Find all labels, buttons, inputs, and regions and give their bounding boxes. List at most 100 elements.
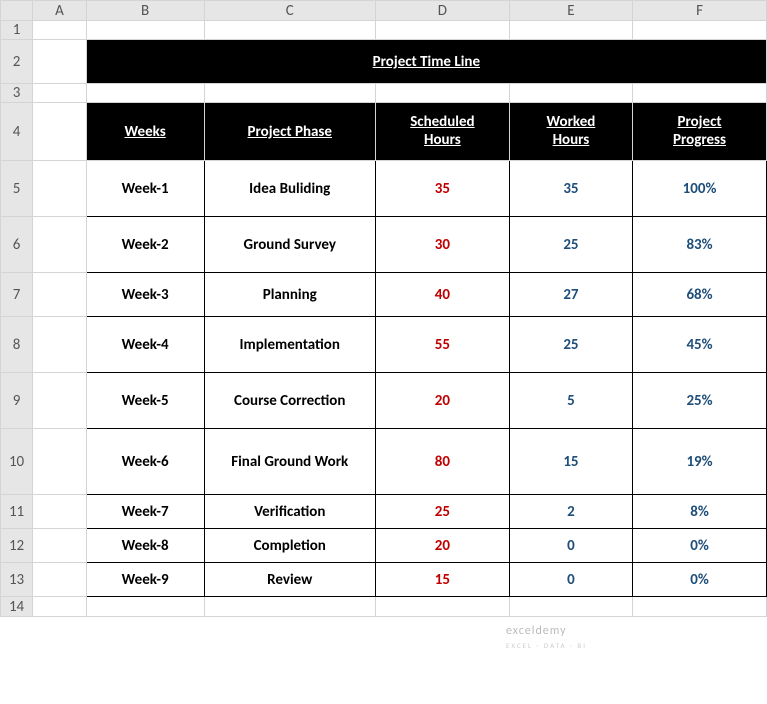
cell-week[interactable]: Week-8 — [86, 529, 204, 563]
cell[interactable] — [33, 40, 87, 84]
cell-week[interactable]: Week-5 — [86, 373, 204, 429]
cell-worked[interactable]: 25 — [509, 217, 632, 273]
cell[interactable] — [204, 597, 375, 617]
cell-scheduled[interactable]: 30 — [375, 217, 509, 273]
row-header-12[interactable]: 12 — [1, 529, 33, 563]
row-header-11[interactable]: 11 — [1, 495, 33, 529]
cell[interactable] — [86, 21, 204, 40]
th-scheduled[interactable]: ScheduledHours — [375, 103, 509, 161]
th-phase[interactable]: Project Phase — [204, 103, 375, 161]
row-header-14[interactable]: 14 — [1, 597, 33, 617]
row-header-3[interactable]: 3 — [1, 84, 33, 103]
col-header-a[interactable]: A — [33, 1, 87, 21]
cell[interactable] — [633, 597, 767, 617]
cell-phase[interactable]: Planning — [204, 273, 375, 317]
cell[interactable] — [204, 84, 375, 103]
cell-scheduled[interactable]: 15 — [375, 563, 509, 597]
spreadsheet-grid[interactable]: A B C D E F 1 2 Project Time Line 3 4 We… — [0, 0, 767, 617]
cell[interactable] — [33, 495, 87, 529]
cell[interactable] — [633, 84, 767, 103]
cell-week[interactable]: Week-9 — [86, 563, 204, 597]
row-header-9[interactable]: 9 — [1, 373, 33, 429]
cell-phase[interactable]: Course Correction — [204, 373, 375, 429]
row-header-4[interactable]: 4 — [1, 103, 33, 161]
cell-week[interactable]: Week-2 — [86, 217, 204, 273]
cell-week[interactable]: Week-3 — [86, 273, 204, 317]
cell-progress[interactable]: 8% — [633, 495, 767, 529]
col-header-b[interactable]: B — [86, 1, 204, 21]
cell-progress[interactable]: 0% — [633, 529, 767, 563]
cell[interactable] — [509, 84, 632, 103]
cell-worked[interactable]: 0 — [509, 563, 632, 597]
col-header-d[interactable]: D — [375, 1, 509, 21]
cell[interactable] — [33, 217, 87, 273]
cell[interactable] — [33, 563, 87, 597]
cell-scheduled[interactable]: 20 — [375, 529, 509, 563]
cell-progress[interactable]: 100% — [633, 161, 767, 217]
row-header-6[interactable]: 6 — [1, 217, 33, 273]
cell-progress[interactable]: 25% — [633, 373, 767, 429]
row-header-8[interactable]: 8 — [1, 317, 33, 373]
cell-progress[interactable]: 68% — [633, 273, 767, 317]
cell-progress[interactable]: 0% — [633, 563, 767, 597]
row-header-5[interactable]: 5 — [1, 161, 33, 217]
cell-worked[interactable]: 2 — [509, 495, 632, 529]
cell-worked[interactable]: 25 — [509, 317, 632, 373]
cell-phase[interactable]: Completion — [204, 529, 375, 563]
cell[interactable] — [509, 21, 632, 40]
col-header-e[interactable]: E — [509, 1, 632, 21]
row-header-2[interactable]: 2 — [1, 40, 33, 84]
cell[interactable] — [33, 103, 87, 161]
row-header-7[interactable]: 7 — [1, 273, 33, 317]
col-header-f[interactable]: F — [633, 1, 767, 21]
cell-scheduled[interactable]: 25 — [375, 495, 509, 529]
cell-worked[interactable]: 35 — [509, 161, 632, 217]
cell-worked[interactable]: 0 — [509, 529, 632, 563]
row-header-10[interactable]: 10 — [1, 429, 33, 495]
cell[interactable] — [86, 597, 204, 617]
cell-phase[interactable]: Review — [204, 563, 375, 597]
col-header-c[interactable]: C — [204, 1, 375, 21]
cell-scheduled[interactable]: 80 — [375, 429, 509, 495]
cell-worked[interactable]: 27 — [509, 273, 632, 317]
cell[interactable] — [375, 597, 509, 617]
row-header-1[interactable]: 1 — [1, 21, 33, 40]
cell[interactable] — [33, 273, 87, 317]
cell-phase[interactable]: Final Ground Work — [204, 429, 375, 495]
cell-progress[interactable]: 83% — [633, 217, 767, 273]
cell[interactable] — [33, 597, 87, 617]
th-worked[interactable]: WorkedHours — [509, 103, 632, 161]
cell-week[interactable]: Week-4 — [86, 317, 204, 373]
page-title[interactable]: Project Time Line — [86, 40, 766, 84]
cell[interactable] — [375, 84, 509, 103]
cell-phase[interactable]: Ground Survey — [204, 217, 375, 273]
corner-cell[interactable] — [1, 1, 33, 21]
th-weeks[interactable]: Weeks — [86, 103, 204, 161]
cell[interactable] — [33, 317, 87, 373]
cell-scheduled[interactable]: 20 — [375, 373, 509, 429]
row-header-13[interactable]: 13 — [1, 563, 33, 597]
cell-progress[interactable]: 45% — [633, 317, 767, 373]
cell[interactable] — [33, 84, 87, 103]
cell-phase[interactable]: Verification — [204, 495, 375, 529]
cell[interactable] — [33, 529, 87, 563]
cell-phase[interactable]: Idea Buliding — [204, 161, 375, 217]
cell-scheduled[interactable]: 35 — [375, 161, 509, 217]
cell-week[interactable]: Week-6 — [86, 429, 204, 495]
cell-progress[interactable]: 19% — [633, 429, 767, 495]
cell-worked[interactable]: 15 — [509, 429, 632, 495]
cell[interactable] — [33, 161, 87, 217]
cell[interactable] — [86, 84, 204, 103]
cell[interactable] — [633, 21, 767, 40]
cell-week[interactable]: Week-1 — [86, 161, 204, 217]
th-progress[interactable]: ProjectProgress — [633, 103, 767, 161]
cell-worked[interactable]: 5 — [509, 373, 632, 429]
cell-scheduled[interactable]: 55 — [375, 317, 509, 373]
cell[interactable] — [33, 21, 87, 40]
cell-week[interactable]: Week-7 — [86, 495, 204, 529]
cell-scheduled[interactable]: 40 — [375, 273, 509, 317]
cell[interactable] — [204, 21, 375, 40]
cell[interactable] — [375, 21, 509, 40]
cell[interactable] — [33, 373, 87, 429]
cell[interactable] — [33, 429, 87, 495]
